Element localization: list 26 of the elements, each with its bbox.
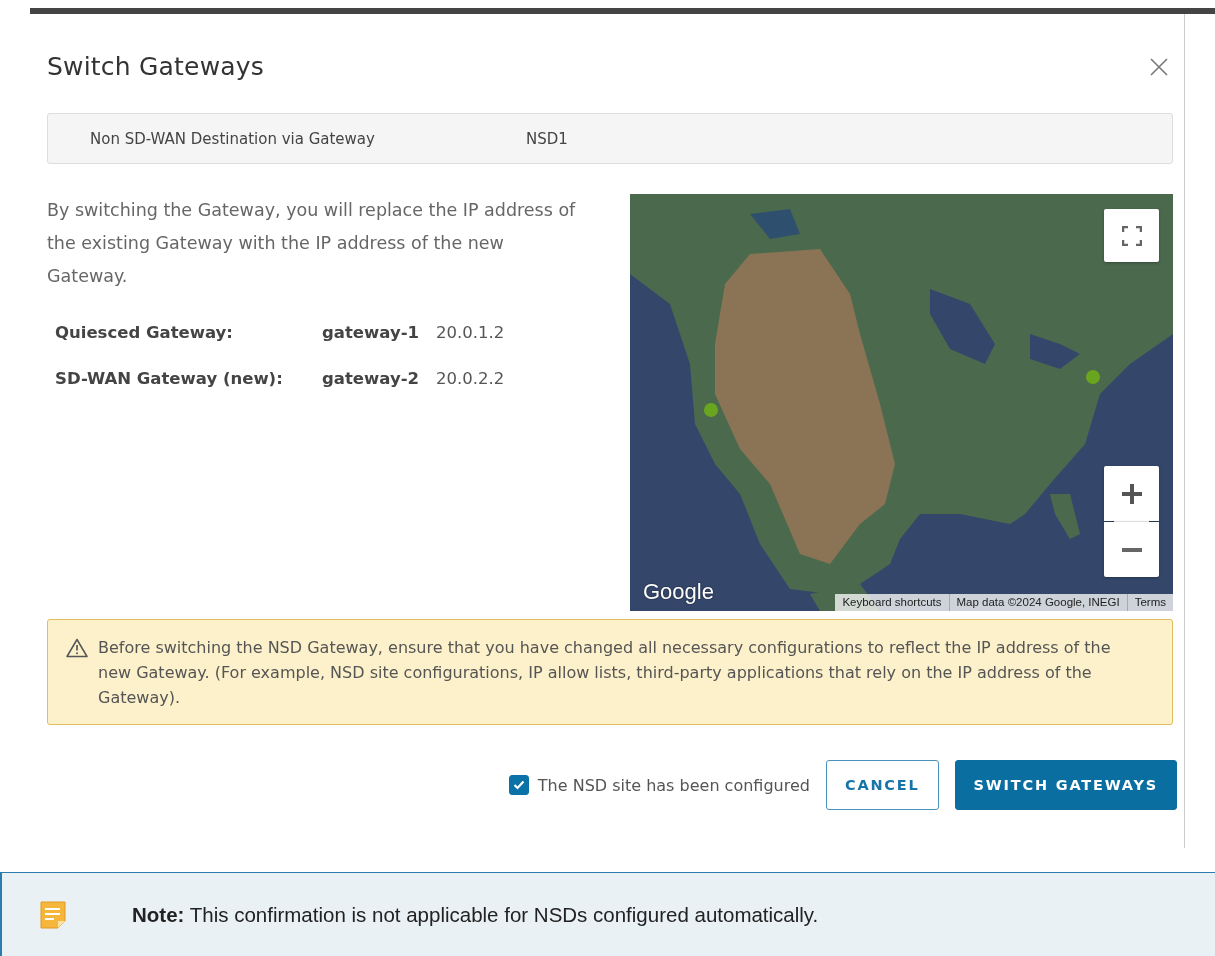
switch-gateways-button[interactable]: SWITCH GATEWAYS	[954, 760, 1177, 810]
attribution-link[interactable]: Terms	[1126, 594, 1173, 611]
gateway-name: gateway-2	[322, 369, 420, 388]
checkmark-icon	[512, 780, 525, 790]
warning-text: Before switching the NSD Gateway, ensure that you have changed all necessary configurations to reflect the IP address of the new Gateway. (For example, NSD site configurations, IP allow lists, third-party applications that rely on the IP address of the Gateway).	[98, 637, 1112, 709]
zoom-out-icon[interactable]	[1104, 522, 1159, 577]
info-value: NSD1	[526, 129, 568, 148]
warning-icon	[66, 638, 88, 658]
gateway-label: SD-WAN Gateway (new):	[55, 369, 284, 388]
zoom-in-icon[interactable]	[1104, 466, 1159, 521]
dialog-title: Switch Gateways	[47, 52, 265, 81]
cancel-button[interactable]: CANCEL	[825, 760, 939, 810]
checkbox[interactable]	[508, 775, 529, 795]
description-text: By switching the Gateway, you will replace the IP address of the existing Gateway with the IP address of the new Gateway.	[47, 199, 577, 288]
note-text: Note: This confirmation is not applicable for NSDs configured automatically.	[132, 903, 819, 927]
gateway-ip: 20.0.1.2	[436, 323, 506, 342]
attribution-link[interactable]: Map data ©2024 Google, INEGI	[948, 594, 1127, 611]
note-icon	[40, 901, 66, 929]
checkbox-label: The NSD site has been configured	[537, 775, 810, 795]
attribution-link[interactable]: Keyboard shortcuts	[835, 594, 949, 611]
gateway-ip: 20.0.2.2	[436, 369, 506, 388]
gateway-label: Quiesced Gateway:	[55, 323, 234, 342]
map-logo: Google	[643, 579, 714, 605]
gateway-name: gateway-1	[322, 323, 420, 342]
info-label: Non SD-WAN Destination via Gateway	[90, 129, 376, 148]
fullscreen-icon[interactable]	[1104, 209, 1159, 262]
